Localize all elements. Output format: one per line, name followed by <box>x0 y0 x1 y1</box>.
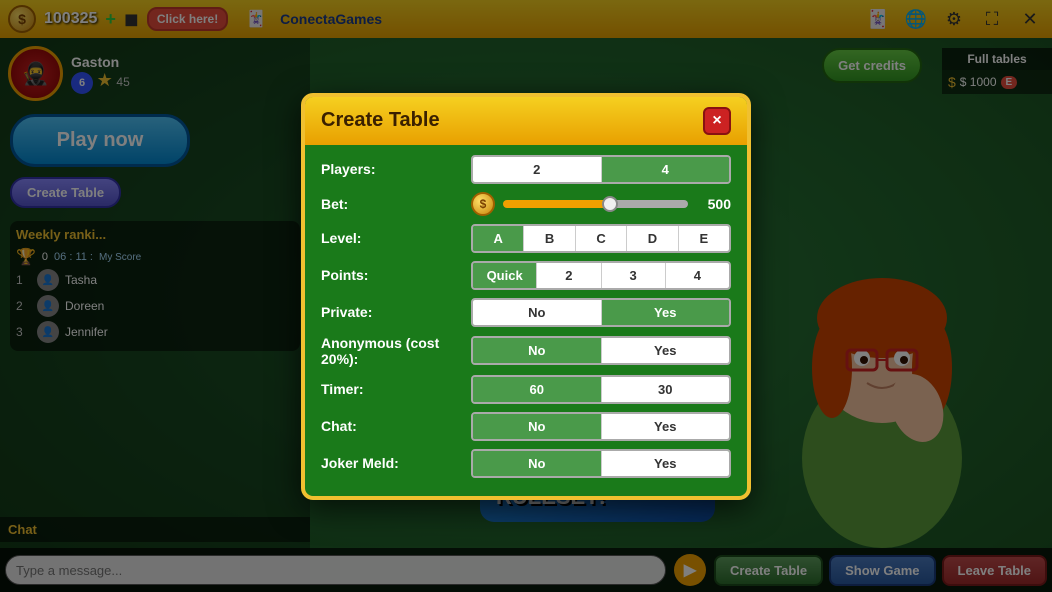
timer-label: Timer: <box>321 381 461 397</box>
joker-meld-toggle: No Yes <box>471 449 731 478</box>
bet-slider-row: $ 500 <box>471 192 731 216</box>
level-option-b[interactable]: B <box>524 226 575 251</box>
chat-option-yes[interactable]: Yes <box>602 414 730 439</box>
private-toggle: No Yes <box>471 298 731 327</box>
create-table-modal: Create Table × Players: 2 4 Bet: $ <box>301 93 751 500</box>
bet-slider[interactable] <box>503 200 688 208</box>
players-toggle: 2 4 <box>471 155 731 184</box>
points-row: Points: Quick 2 3 4 <box>321 261 731 290</box>
anonymous-option-yes[interactable]: Yes <box>602 338 730 363</box>
points-option-3[interactable]: 3 <box>602 263 666 288</box>
players-option-4[interactable]: 4 <box>602 157 730 182</box>
timer-toggle: 60 30 <box>471 375 731 404</box>
level-option-d[interactable]: D <box>627 226 678 251</box>
timer-option-60[interactable]: 60 <box>473 377 602 402</box>
bet-coin-icon: $ <box>471 192 495 216</box>
joker-meld-label: Joker Meld: <box>321 455 461 471</box>
chat-option-no[interactable]: No <box>473 414 602 439</box>
chat-toggle: No Yes <box>471 412 731 441</box>
private-option-yes[interactable]: Yes <box>602 300 730 325</box>
modal-close-button[interactable]: × <box>703 107 731 135</box>
anonymous-option-no[interactable]: No <box>473 338 602 363</box>
modal-title: Create Table <box>321 109 440 132</box>
level-option-a[interactable]: A <box>473 226 524 251</box>
modal-body: Players: 2 4 Bet: $ 500 Level <box>305 145 747 496</box>
points-option-4[interactable]: 4 <box>666 263 729 288</box>
level-option-e[interactable]: E <box>679 226 729 251</box>
level-option-c[interactable]: C <box>576 226 627 251</box>
level-label: Level: <box>321 230 461 246</box>
joker-meld-row: Joker Meld: No Yes <box>321 449 731 478</box>
level-row: Level: A B C D E <box>321 224 731 253</box>
anonymous-row: Anonymous (cost 20%): No Yes <box>321 335 731 367</box>
points-toggle: Quick 2 3 4 <box>471 261 731 290</box>
level-toggle: A B C D E <box>471 224 731 253</box>
players-option-2[interactable]: 2 <box>473 157 602 182</box>
private-label: Private: <box>321 304 461 320</box>
points-option-2[interactable]: 2 <box>537 263 601 288</box>
points-option-quick[interactable]: Quick <box>473 263 537 288</box>
timer-row: Timer: 60 30 <box>321 375 731 404</box>
modal-header: Create Table × <box>305 97 747 145</box>
private-option-no[interactable]: No <box>473 300 602 325</box>
bet-row: Bet: $ 500 <box>321 192 731 216</box>
points-label: Points: <box>321 267 461 283</box>
players-row: Players: 2 4 <box>321 155 731 184</box>
anonymous-toggle: No Yes <box>471 336 731 365</box>
anonymous-label: Anonymous (cost 20%): <box>321 335 461 367</box>
bet-slider-thumb[interactable] <box>602 196 618 212</box>
joker-meld-option-yes[interactable]: Yes <box>602 451 730 476</box>
modal-overlay: Create Table × Players: 2 4 Bet: $ <box>0 0 1052 592</box>
chat-row: Chat: No Yes <box>321 412 731 441</box>
bet-value: 500 <box>696 196 731 212</box>
timer-option-30[interactable]: 30 <box>602 377 730 402</box>
players-label: Players: <box>321 161 461 177</box>
chat-label: Chat: <box>321 418 461 434</box>
joker-meld-option-no[interactable]: No <box>473 451 602 476</box>
bet-label: Bet: <box>321 196 461 212</box>
private-row: Private: No Yes <box>321 298 731 327</box>
